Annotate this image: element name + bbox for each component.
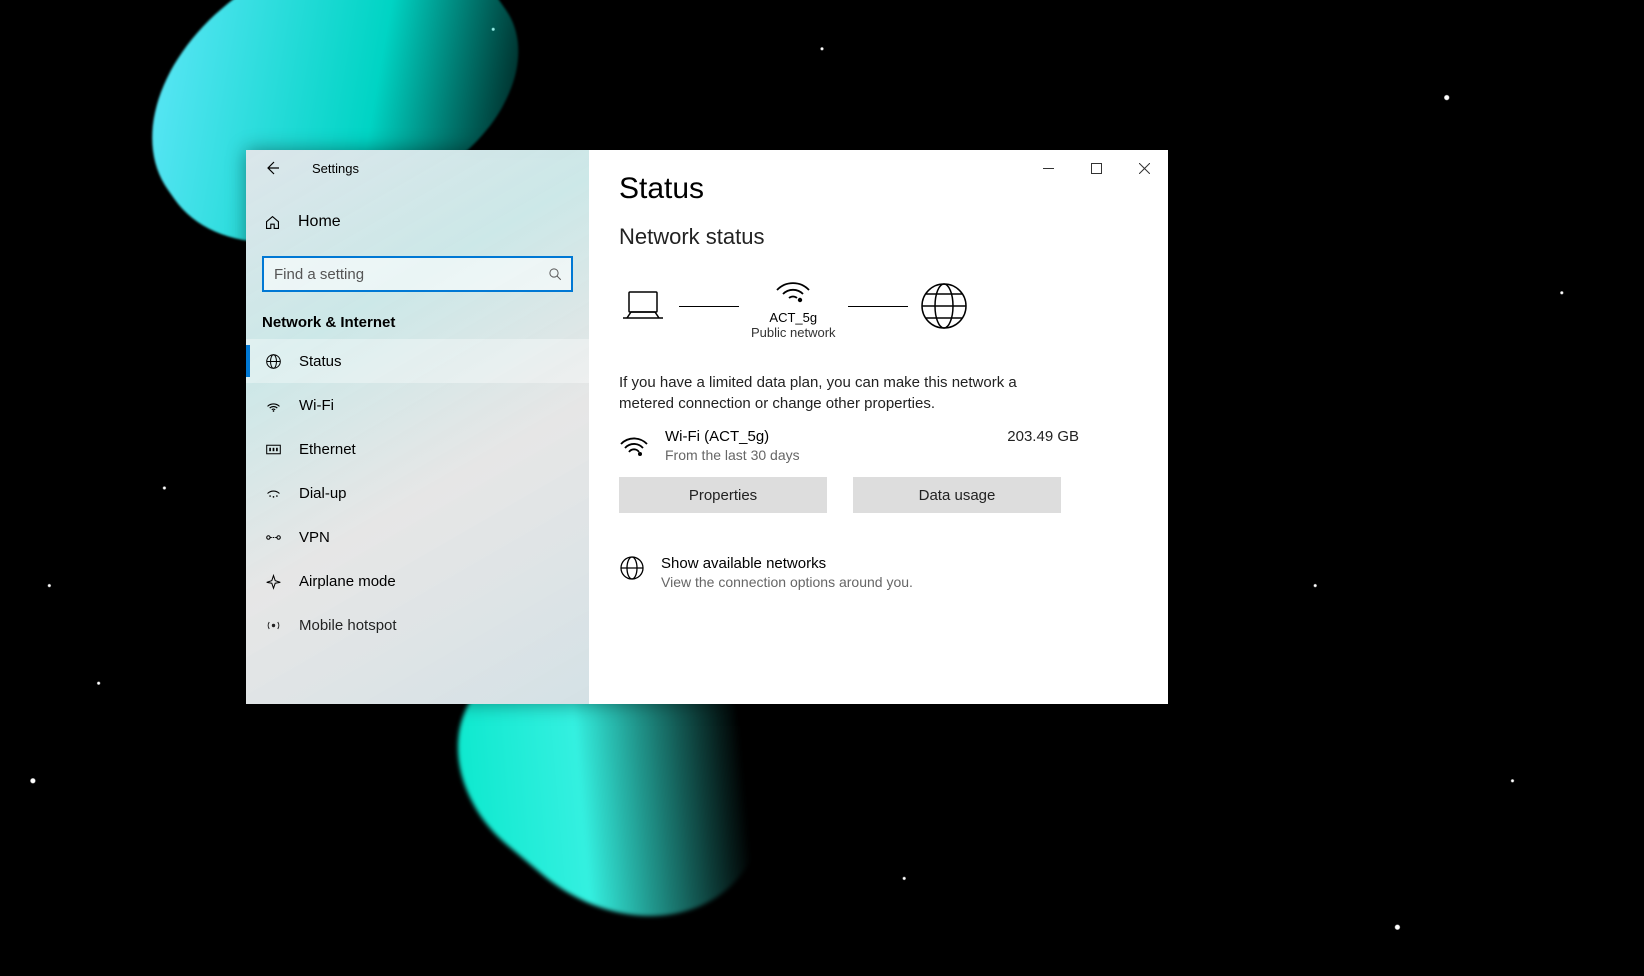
sidebar-item-ethernet[interactable]: Ethernet xyxy=(246,427,589,471)
settings-window: Settings Home Network & Internet Status xyxy=(246,150,1168,704)
main-content: Status Network status ACT_5g Public netw… xyxy=(589,150,1168,704)
sidebar: Settings Home Network & Internet Status xyxy=(246,150,589,704)
globe-icon xyxy=(619,555,645,590)
diagram-ssid: ACT_5g xyxy=(769,310,817,325)
show-networks-sub: View the connection options around you. xyxy=(661,574,913,590)
globe-icon xyxy=(264,353,282,370)
connection-sub: From the last 30 days xyxy=(665,447,991,463)
back-button[interactable] xyxy=(254,150,290,186)
show-available-networks[interactable]: Show available networks View the connect… xyxy=(619,555,1138,590)
diagram-network-type: Public network xyxy=(751,325,836,340)
arrow-left-icon xyxy=(264,160,280,176)
button-row: Properties Data usage xyxy=(619,477,1138,513)
vpn-icon xyxy=(264,529,282,546)
wifi-icon xyxy=(773,272,813,304)
ethernet-icon xyxy=(264,441,282,458)
minimize-icon xyxy=(1043,163,1054,174)
sidebar-item-dialup[interactable]: Dial-up xyxy=(246,471,589,515)
maximize-button[interactable] xyxy=(1072,150,1120,186)
connection-usage: 203.49 GB xyxy=(1007,428,1079,445)
sidebar-item-label: Mobile hotspot xyxy=(299,617,397,634)
sidebar-item-airplane[interactable]: Airplane mode xyxy=(246,559,589,603)
connection-line xyxy=(679,306,739,307)
sidebar-item-label: Ethernet xyxy=(299,441,356,458)
data-usage-button[interactable]: Data usage xyxy=(853,477,1061,513)
home-label: Home xyxy=(298,213,341,231)
category-header: Network & Internet xyxy=(262,314,589,331)
titlebar: Settings xyxy=(246,150,589,186)
home-icon xyxy=(264,214,281,231)
search-input[interactable] xyxy=(274,266,548,283)
connection-line xyxy=(848,306,908,307)
globe-icon xyxy=(920,282,968,330)
sidebar-item-vpn[interactable]: VPN xyxy=(246,515,589,559)
airplane-icon xyxy=(264,573,282,590)
show-networks-title: Show available networks xyxy=(661,555,913,572)
sidebar-item-wifi[interactable]: Wi-Fi xyxy=(246,383,589,427)
sidebar-item-label: VPN xyxy=(299,529,330,546)
network-diagram: ACT_5g Public network xyxy=(619,272,1138,340)
sidebar-item-label: Wi-Fi xyxy=(299,397,334,414)
sidebar-item-label: Airplane mode xyxy=(299,573,396,590)
section-title: Network status xyxy=(619,224,1138,250)
laptop-icon xyxy=(619,288,667,324)
sidebar-item-label: Status xyxy=(299,353,342,370)
sidebar-nav: Status Wi-Fi Ethernet Dial-up xyxy=(246,339,589,647)
wifi-icon xyxy=(619,432,649,458)
hotspot-icon xyxy=(264,617,282,634)
maximize-icon xyxy=(1091,163,1102,174)
close-icon xyxy=(1139,163,1150,174)
search-box[interactable] xyxy=(262,256,573,292)
search-icon xyxy=(548,267,563,282)
info-paragraph: If you have a limited data plan, you can… xyxy=(619,372,1049,414)
dialup-icon xyxy=(264,485,282,502)
sidebar-item-label: Dial-up xyxy=(299,485,347,502)
connection-name: Wi-Fi (ACT_5g) xyxy=(665,428,991,445)
sidebar-item-status[interactable]: Status xyxy=(246,339,589,383)
window-controls xyxy=(1024,150,1168,186)
properties-button[interactable]: Properties xyxy=(619,477,827,513)
sidebar-item-home[interactable]: Home xyxy=(246,200,589,244)
minimize-button[interactable] xyxy=(1024,150,1072,186)
wifi-icon xyxy=(264,397,282,414)
close-button[interactable] xyxy=(1120,150,1168,186)
sidebar-item-hotspot[interactable]: Mobile hotspot xyxy=(246,603,589,647)
window-title: Settings xyxy=(290,161,359,176)
connection-row: Wi-Fi (ACT_5g) From the last 30 days 203… xyxy=(619,428,1079,463)
